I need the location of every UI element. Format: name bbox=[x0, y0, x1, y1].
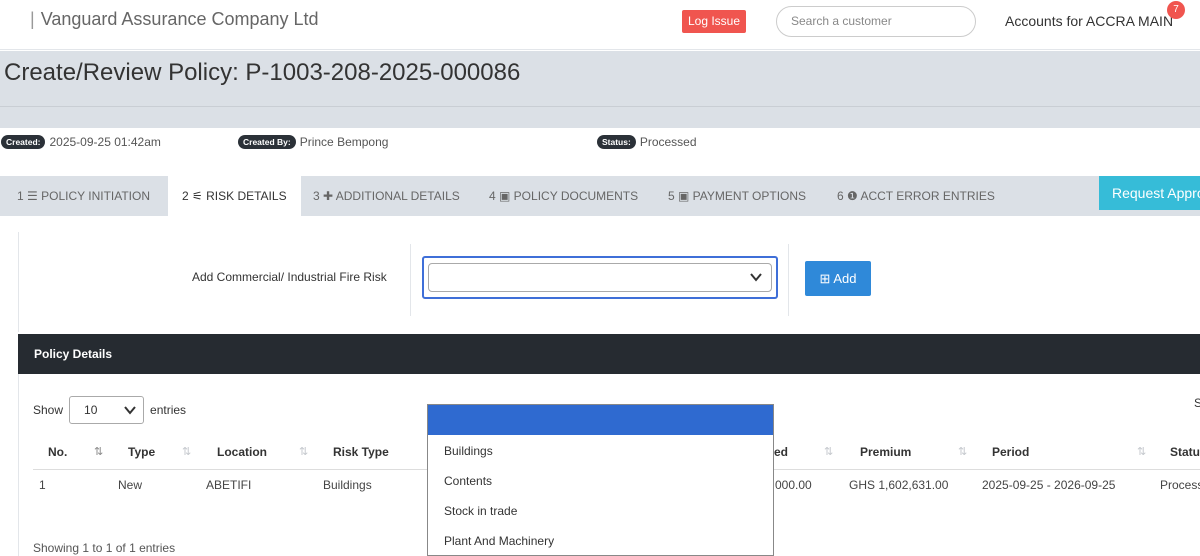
sort-icon[interactable]: ⇅ bbox=[182, 445, 191, 458]
tab-policy-initiation[interactable]: 1 ☰ POLICY INITIATION bbox=[17, 176, 150, 216]
tab-bar: 1 ☰ POLICY INITIATION 2 ⚟ RISK DETAILS 3… bbox=[0, 176, 1200, 216]
add-risk-button[interactable]: ⊞ Add bbox=[805, 261, 871, 296]
col-type[interactable]: Type bbox=[128, 445, 155, 459]
cell-location: ABETIFI bbox=[206, 478, 252, 492]
page-title: Create/Review Policy: P-1003-208-2025-00… bbox=[4, 59, 521, 86]
brand-name: Vanguard Assurance Company Ltd bbox=[40, 9, 319, 29]
option-stock-in-trade[interactable]: Stock in trade bbox=[444, 504, 517, 518]
cell-status: Process bbox=[1160, 478, 1200, 492]
sort-asc-icon[interactable]: ⇅ bbox=[94, 445, 103, 458]
status-pill: Status: bbox=[597, 135, 636, 149]
cell-type: New bbox=[118, 478, 143, 492]
brand-separator: | bbox=[30, 9, 35, 29]
col-period[interactable]: Period bbox=[992, 445, 1029, 459]
entries-value: 10 bbox=[84, 403, 98, 417]
brand: | Vanguard Assurance Company Ltd bbox=[30, 9, 319, 30]
option-buildings[interactable]: Buildings bbox=[444, 444, 493, 458]
cell-period: 2025-09-25 - 2026-09-25 bbox=[982, 478, 1116, 492]
meta-created-by: Created By: Prince Bempong bbox=[238, 134, 388, 150]
form-divider bbox=[788, 244, 789, 316]
tab-payment-options[interactable]: 5 ▣ PAYMENT OPTIONS bbox=[668, 176, 806, 216]
risk-type-dropdown: Buildings Contents Stock in trade Plant … bbox=[427, 404, 774, 556]
cell-no: 1 bbox=[39, 478, 46, 492]
tab-policy-documents[interactable]: 4 ▣ POLICY DOCUMENTS bbox=[489, 176, 638, 216]
cell-sum-insured: 000.00 bbox=[775, 478, 812, 492]
customer-search-input[interactable]: Search a customer bbox=[776, 6, 976, 37]
option-contents[interactable]: Contents bbox=[444, 474, 492, 488]
created-pill: Created: bbox=[1, 135, 46, 149]
col-status[interactable]: Status bbox=[1170, 445, 1200, 459]
sort-icon[interactable]: ⇅ bbox=[824, 445, 833, 458]
col-sum-insured[interactable]: ed bbox=[774, 445, 788, 459]
entries-label: entries bbox=[150, 403, 187, 417]
sort-icon[interactable]: ⇅ bbox=[299, 445, 308, 458]
col-risk-type[interactable]: Risk Type bbox=[333, 445, 389, 459]
status-value: Processed bbox=[639, 135, 697, 149]
sort-icon[interactable]: ⇅ bbox=[1137, 445, 1146, 458]
search-label: S bbox=[1194, 396, 1200, 410]
risk-label: Add Commercial/ Industrial Fire Risk bbox=[192, 270, 387, 284]
policy-details-header: Policy Details bbox=[18, 334, 1200, 374]
notification-badge[interactable]: 7 bbox=[1167, 1, 1185, 19]
header-divider bbox=[0, 106, 1200, 107]
meta-created: Created: 2025-09-25 01:42am bbox=[1, 134, 161, 150]
table-info: Showing 1 to 1 of 1 entries bbox=[33, 541, 176, 555]
col-premium[interactable]: Premium bbox=[860, 445, 911, 459]
request-approval-button[interactable]: Request Appro bbox=[1099, 176, 1200, 210]
col-location[interactable]: Location bbox=[217, 445, 267, 459]
risk-type-select-field[interactable] bbox=[428, 263, 772, 292]
tab-additional-details[interactable]: 3 ✚ ADDITIONAL DETAILS bbox=[313, 176, 460, 216]
cell-premium: GHS 1,602,631.00 bbox=[849, 478, 949, 492]
created-by-value: Prince Bempong bbox=[299, 135, 389, 149]
log-issue-button[interactable]: Log Issue bbox=[682, 10, 746, 33]
top-bar: | Vanguard Assurance Company Ltd Log Issu… bbox=[0, 0, 1200, 50]
show-label: Show bbox=[33, 403, 64, 417]
option-plant-and-machinery[interactable]: Plant And Machinery bbox=[444, 534, 554, 548]
accounts-menu[interactable]: Accounts for ACCRA MAIN bbox=[1005, 13, 1173, 29]
sort-icon[interactable]: ⇅ bbox=[958, 445, 967, 458]
panel-title: Policy Details bbox=[34, 347, 113, 361]
chevron-down-icon bbox=[750, 273, 762, 282]
entries-select[interactable]: 10 bbox=[69, 396, 145, 424]
page-header: Create/Review Policy: P-1003-208-2025-00… bbox=[0, 51, 1200, 128]
dropdown-highlight-option[interactable] bbox=[428, 405, 773, 435]
entries-control: Show 10 entries bbox=[33, 396, 186, 424]
tab-acct-error-entries[interactable]: 6 ❶ ACCT ERROR ENTRIES bbox=[837, 176, 995, 216]
cell-risk-type: Buildings bbox=[323, 478, 372, 492]
tab-risk-details[interactable]: 2 ⚟ RISK DETAILS bbox=[168, 176, 301, 216]
created-value: 2025-09-25 01:42am bbox=[49, 135, 161, 149]
chevron-down-icon bbox=[124, 406, 136, 415]
risk-type-select[interactable] bbox=[422, 256, 778, 299]
meta-status: Status: Processed bbox=[597, 134, 697, 150]
col-no[interactable]: No. bbox=[48, 445, 67, 459]
created-by-pill: Created By: bbox=[238, 135, 296, 149]
form-divider bbox=[410, 244, 411, 316]
